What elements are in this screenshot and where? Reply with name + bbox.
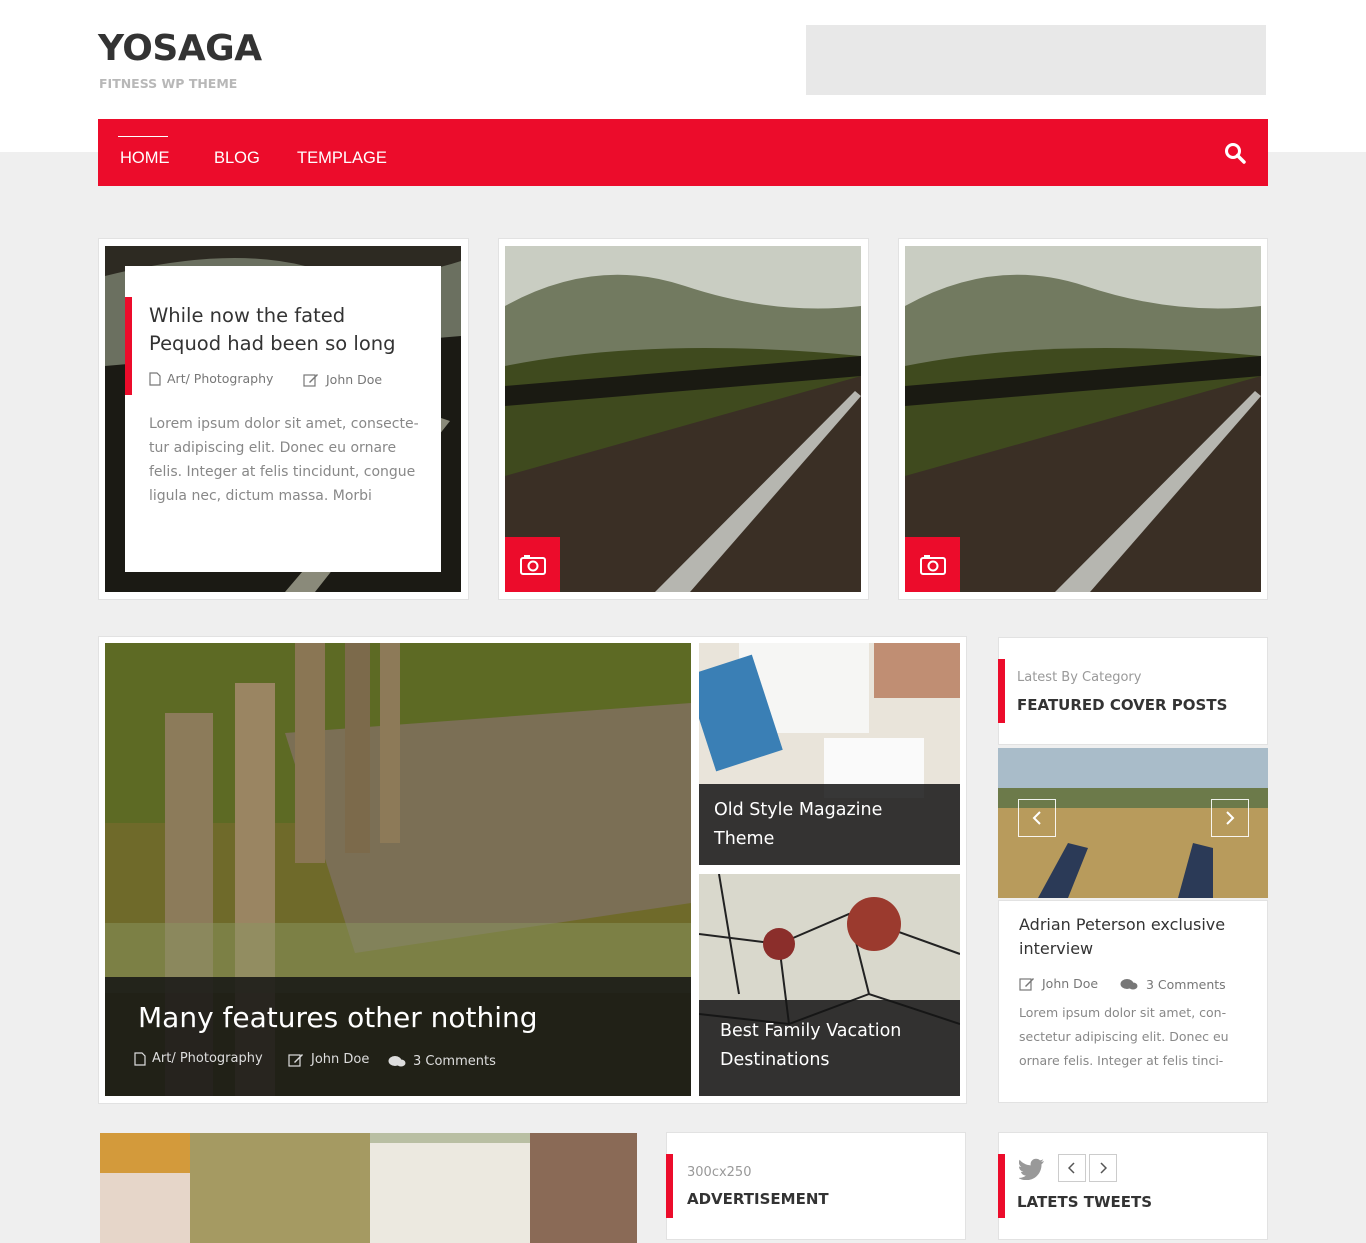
widget-ad [666, 1132, 966, 1240]
featured-post-title[interactable]: While now the fated Pequod had been so l… [149, 302, 396, 358]
site-tagline: FITNESS WP THEME [99, 76, 238, 91]
excerpt-line: felis. Integer at felis tincidunt, congu… [149, 464, 416, 480]
accent-bar [998, 659, 1005, 723]
category-label: Art/ Photography [167, 371, 274, 386]
grid-main-comments[interactable]: 3 Comments [388, 1054, 496, 1069]
title-line: Best Family Vacation [720, 1021, 902, 1041]
featured-post-excerpt: Lorem ipsum dolor sit amet, consecte- tu… [149, 412, 419, 508]
excerpt-line: tur adipiscing elit. Donec eu ornare [149, 440, 397, 456]
nav-home[interactable]: HOME [120, 149, 170, 168]
edit-icon [303, 373, 318, 387]
main-nav: HOME BLOG TEMPLAGE [98, 119, 1268, 186]
edit-icon [1019, 977, 1034, 991]
widget-post-comments[interactable]: 3 Comments [1120, 977, 1226, 992]
chevron-left-icon [1068, 1162, 1075, 1174]
widget-ad-subtitle: 300cx250 [687, 1165, 752, 1180]
author-label: John Doe [1042, 976, 1099, 991]
excerpt-line: ornare felis. Integer at felis tinci- [1019, 1053, 1224, 1068]
comments-label: 3 Comments [413, 1054, 496, 1069]
grid-side2-title[interactable]: Best Family Vacation Destinations [720, 1017, 901, 1075]
nav-templage[interactable]: TEMPLAGE [297, 149, 387, 168]
tweets-prev-button[interactable] [1058, 1154, 1086, 1182]
camera-icon [519, 554, 546, 575]
excerpt-line: sectetur adipiscing elit. Donec eu [1019, 1029, 1229, 1044]
post-category[interactable]: Art/ Photography [149, 371, 273, 386]
author-label: John Doe [311, 1052, 370, 1067]
comments-label: 3 Comments [1146, 977, 1226, 992]
widget-tweets [998, 1132, 1268, 1240]
header-ad-placeholder [806, 25, 1266, 95]
active-indicator [118, 136, 168, 137]
comments-icon [388, 1055, 406, 1066]
chevron-left-icon [1032, 811, 1041, 825]
bottom-post-image[interactable] [100, 1133, 637, 1243]
accent-bar [998, 1154, 1005, 1218]
slider-next-button[interactable] [1211, 799, 1249, 837]
search-icon[interactable] [1224, 142, 1246, 164]
edit-icon [288, 1053, 303, 1067]
widget-post-author[interactable]: John Doe [1019, 976, 1098, 991]
accent-bar [666, 1154, 673, 1218]
title-line: Adrian Peterson exclusive [1019, 915, 1226, 934]
widget-title: FEATURED COVER POSTS [1017, 696, 1228, 714]
grid-main-caption [105, 977, 691, 1096]
widget-post-excerpt: Lorem ipsum dolor sit amet, con- sectetu… [1019, 1001, 1229, 1073]
nav-blog[interactable]: BLOG [214, 149, 260, 168]
camera-badge[interactable] [505, 537, 560, 592]
title-line: interview [1019, 939, 1094, 958]
document-icon [149, 371, 161, 386]
widget-tweets-title: LATETS TWEETS [1017, 1193, 1153, 1211]
grid-side1-title[interactable]: Old Style Magazine Theme [714, 796, 882, 854]
excerpt-line: Lorem ipsum dolor sit amet, con- [1019, 1005, 1227, 1020]
title-line: Theme [714, 829, 775, 849]
site-logo[interactable]: YOSAGA [98, 28, 262, 69]
accent-bar [125, 297, 132, 395]
chevron-right-icon [1226, 811, 1235, 825]
comments-icon [1120, 978, 1138, 989]
widget-subtitle: Latest By Category [1017, 670, 1142, 685]
widget-featured-header [998, 637, 1268, 745]
grid-main-title[interactable]: Many features other nothing [138, 1001, 538, 1034]
title-line: While now the fated [149, 304, 346, 327]
excerpt-line: Lorem ipsum dolor sit amet, consecte- [149, 416, 419, 432]
slider-prev-button[interactable] [1018, 799, 1056, 837]
grid-main-author[interactable]: John Doe [288, 1052, 369, 1067]
chevron-right-icon [1100, 1162, 1107, 1174]
document-icon [134, 1051, 146, 1066]
title-line: Destinations [720, 1050, 830, 1070]
excerpt-line: ligula nec, dictum massa. Morbi [149, 488, 372, 504]
camera-icon [919, 554, 946, 575]
camera-badge[interactable] [905, 537, 960, 592]
twitter-icon [1019, 1158, 1044, 1180]
category-label: Art/ Photography [152, 1051, 263, 1066]
title-line: Old Style Magazine [714, 800, 883, 820]
title-line: Pequod had been so long [149, 332, 396, 355]
grid-main-category[interactable]: Art/ Photography [134, 1051, 263, 1066]
widget-ad-title: ADVERTISEMENT [687, 1190, 829, 1208]
author-label: John Doe [326, 372, 383, 387]
post-author[interactable]: John Doe [303, 372, 382, 387]
widget-post-title[interactable]: Adrian Peterson exclusive interview [1019, 913, 1225, 961]
tweets-next-button[interactable] [1089, 1154, 1117, 1182]
